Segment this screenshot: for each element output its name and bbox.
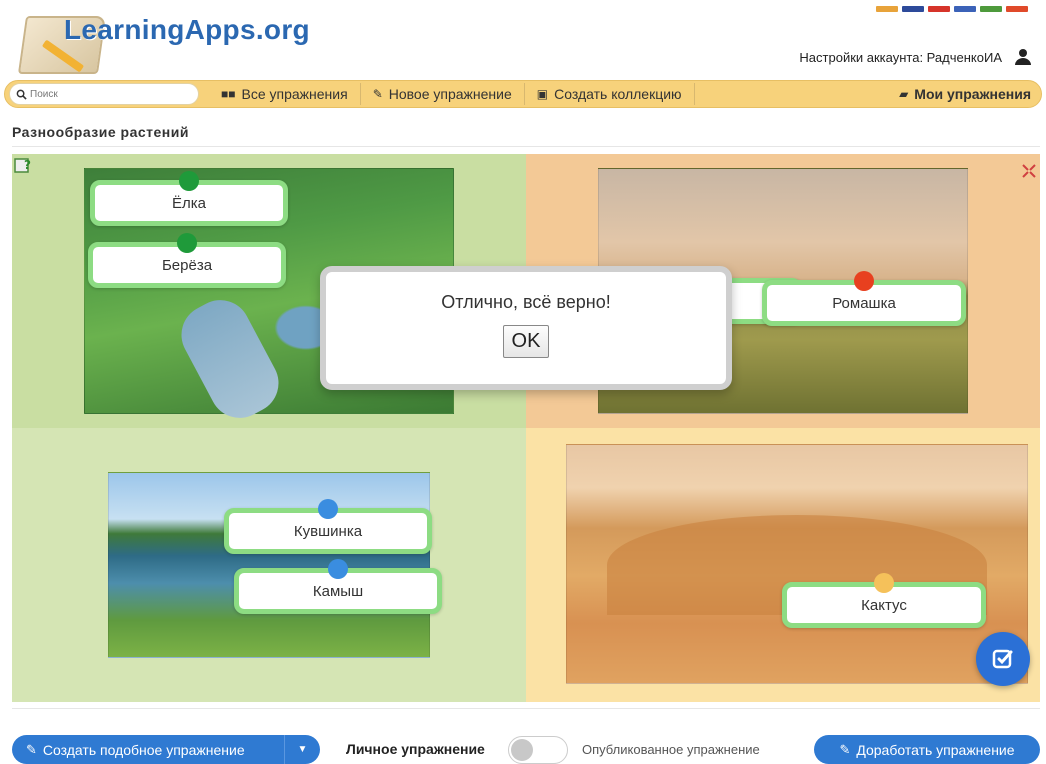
main-nav: Поиск ■■ Все упражнения ✎ Новое упражнен… — [4, 80, 1042, 108]
folder-icon: ▰ — [899, 87, 909, 101]
toggle-knob — [511, 739, 533, 761]
pin-icon — [874, 573, 894, 593]
nav-new-exercise[interactable]: ✎ Новое упражнение — [361, 83, 525, 105]
card-label: Кактус — [861, 596, 907, 614]
search-input[interactable]: Поиск — [9, 83, 199, 105]
page: LearningApps.org Настройки аккаунта: Рад… — [0, 0, 1046, 764]
pin-icon — [328, 559, 348, 579]
search-placeholder: Поиск — [30, 88, 58, 100]
pin-icon — [179, 171, 199, 191]
publish-toggle[interactable] — [508, 736, 568, 764]
pencil-icon: ✎ — [839, 741, 851, 757]
footer-bar: ✎ Создать подобное упражнение ▼ Личное у… — [12, 735, 1040, 764]
zone-lake[interactable]: Кувшинка Камыш — [12, 428, 526, 702]
card-romashka[interactable]: Ромашка — [762, 271, 966, 326]
published-label: Опубликованное упражнение — [582, 742, 760, 757]
caret-down-icon: ▼ — [297, 744, 308, 755]
flag-icon[interactable] — [876, 6, 898, 12]
divider — [12, 146, 1040, 147]
ok-button[interactable]: OK — [502, 325, 550, 358]
improve-label: Доработать упражнение — [856, 741, 1015, 758]
svg-text:?: ? — [24, 158, 31, 172]
account-settings-link[interactable]: Настройки аккаунта: РадченкоИА — [799, 50, 1002, 65]
nav-all-exercises-label: Все упражнения — [241, 86, 348, 102]
logo[interactable]: LearningApps.org — [17, 6, 378, 74]
card-label: Ёлка — [172, 194, 206, 212]
card-label: Кувшинка — [293, 522, 363, 540]
create-similar-dropdown[interactable]: ▼ — [284, 735, 320, 764]
pin-icon — [854, 271, 874, 291]
result-dialog: Отлично, всё верно! OK — [320, 266, 732, 390]
pin-icon — [318, 499, 338, 519]
nav-my-exercises-label: Мои упражнения — [914, 86, 1031, 102]
pin-icon — [177, 233, 197, 253]
collection-icon: ▣ — [536, 87, 549, 101]
card-kuvshinka[interactable]: Кувшинка — [224, 499, 432, 554]
create-similar-label: Создать подобное упражнение — [42, 741, 245, 758]
result-message: Отлично, всё верно! — [441, 292, 611, 312]
user-icon[interactable] — [1014, 48, 1032, 66]
pencil-icon: ✎ — [372, 87, 383, 101]
exercise-board: Ёлка Берёза Ромашка Кувшинка Камыш Какту… — [12, 154, 1040, 702]
flag-icon[interactable] — [928, 6, 950, 12]
edit-icon: ✎ — [26, 741, 37, 757]
card-kaktus[interactable]: Кактус — [782, 573, 986, 628]
card-label: Ромашка — [832, 294, 896, 312]
page-title: Разнообразие растений — [12, 124, 189, 140]
improve-button[interactable]: ✎ Доработать упражнение — [814, 735, 1040, 764]
card-bereza[interactable]: Берёза — [88, 233, 286, 288]
help-icon[interactable]: ? — [14, 156, 34, 174]
fullscreen-icon[interactable] — [1022, 164, 1036, 178]
check-icon — [992, 649, 1013, 669]
nav-create-collection[interactable]: ▣ Создать коллекцию — [525, 83, 695, 105]
card-elka[interactable]: Ёлка — [90, 171, 288, 226]
flag-icon[interactable] — [980, 6, 1002, 12]
flag-icon[interactable] — [902, 6, 924, 12]
create-similar-button[interactable]: ✎ Создать подобное упражнение ▼ — [12, 735, 320, 764]
grid-icon: ■■ — [221, 87, 236, 101]
card-kamysh[interactable]: Камыш — [234, 559, 442, 614]
flag-icon[interactable] — [954, 6, 976, 12]
logo-text: LearningApps.org — [64, 14, 310, 45]
zone-desert[interactable]: Кактус — [526, 428, 1040, 702]
card-label: Берёза — [161, 256, 213, 274]
river-shape — [170, 289, 290, 429]
card-label: Камыш — [312, 582, 364, 600]
divider — [12, 708, 1040, 709]
flag-icon[interactable] — [1006, 6, 1028, 12]
nav-create-collection-label: Создать коллекцию — [554, 86, 682, 102]
check-answers-button[interactable] — [976, 632, 1030, 686]
private-label: Личное упражнение — [346, 741, 485, 757]
nav-new-exercise-label: Новое упражнение — [388, 86, 512, 102]
nav-all-exercises[interactable]: ■■ Все упражнения — [209, 83, 361, 105]
search-icon — [16, 89, 27, 100]
lake-image — [108, 472, 430, 658]
desert-image — [566, 444, 1028, 684]
nav-my-exercises[interactable]: ▰ Мои упражнения — [899, 86, 1031, 102]
language-flags[interactable] — [876, 6, 1028, 12]
